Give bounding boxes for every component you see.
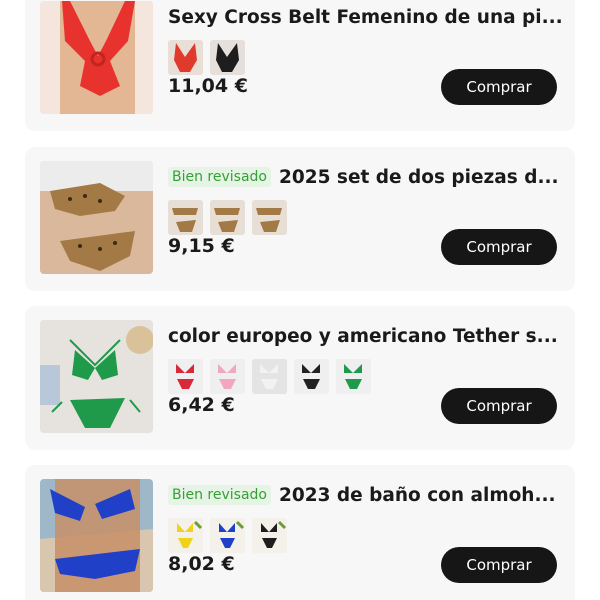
variant-swatch[interactable] xyxy=(252,518,287,553)
variant-swatch[interactable] xyxy=(252,359,287,394)
variant-swatch[interactable] xyxy=(168,518,203,553)
variant-swatch[interactable] xyxy=(210,359,245,394)
variant-swatch[interactable] xyxy=(168,359,203,394)
product-price: 8,02 € xyxy=(168,553,235,575)
product-title-row: Sexy Cross Belt Femenino de una pi... xyxy=(168,3,563,31)
variant-swatch[interactable] xyxy=(294,359,329,394)
product-price: 6,42 € xyxy=(168,394,235,416)
variant-swatch[interactable] xyxy=(210,518,245,553)
variant-swatches xyxy=(168,359,371,394)
product-image[interactable] xyxy=(40,161,153,274)
product-title-row: Bien revisado 2023 de baño con almoh... xyxy=(168,481,563,509)
product-price: 11,04 € xyxy=(168,75,248,97)
product-card[interactable]: Bien revisado 2023 de baño con almoh... … xyxy=(25,465,575,600)
product-title[interactable]: color europeo y americano Tether s... xyxy=(168,326,563,347)
buy-button[interactable]: Comprar xyxy=(441,547,557,583)
variant-swatch[interactable] xyxy=(336,359,371,394)
variant-swatches xyxy=(168,200,287,235)
buy-button[interactable]: Comprar xyxy=(441,69,557,105)
swimsuit-photo xyxy=(40,161,153,274)
product-price: 9,15 € xyxy=(168,235,235,257)
swimsuit-photo xyxy=(40,479,153,592)
product-card[interactable]: Sexy Cross Belt Femenino de una pi... 11… xyxy=(25,0,575,131)
product-title-row: color europeo y americano Tether s... xyxy=(168,322,563,350)
variant-swatch[interactable] xyxy=(252,200,287,235)
product-list: Sexy Cross Belt Femenino de una pi... 11… xyxy=(0,0,600,600)
product-title-row: Bien revisado 2025 set de dos piezas d..… xyxy=(168,163,563,191)
variant-swatches xyxy=(168,518,287,553)
product-image[interactable] xyxy=(40,1,153,114)
product-title[interactable]: 2025 set de dos piezas d... xyxy=(279,167,563,188)
review-badge: Bien revisado xyxy=(168,167,271,187)
product-title[interactable]: Sexy Cross Belt Femenino de una pi... xyxy=(168,7,563,28)
variant-swatch[interactable] xyxy=(210,200,245,235)
swimsuit-photo xyxy=(40,320,153,433)
variant-swatch[interactable] xyxy=(168,200,203,235)
product-card[interactable]: color europeo y americano Tether s... 6,… xyxy=(25,306,575,450)
buy-button[interactable]: Comprar xyxy=(441,229,557,265)
product-image[interactable] xyxy=(40,479,153,592)
review-badge: Bien revisado xyxy=(168,485,271,505)
swimsuit-photo xyxy=(40,1,153,114)
product-title[interactable]: 2023 de baño con almoh... xyxy=(279,485,563,506)
variant-swatches xyxy=(168,40,245,75)
product-card[interactable]: Bien revisado 2025 set de dos piezas d..… xyxy=(25,147,575,291)
variant-swatch[interactable] xyxy=(210,40,245,75)
product-image[interactable] xyxy=(40,320,153,433)
variant-swatch[interactable] xyxy=(168,40,203,75)
buy-button[interactable]: Comprar xyxy=(441,388,557,424)
